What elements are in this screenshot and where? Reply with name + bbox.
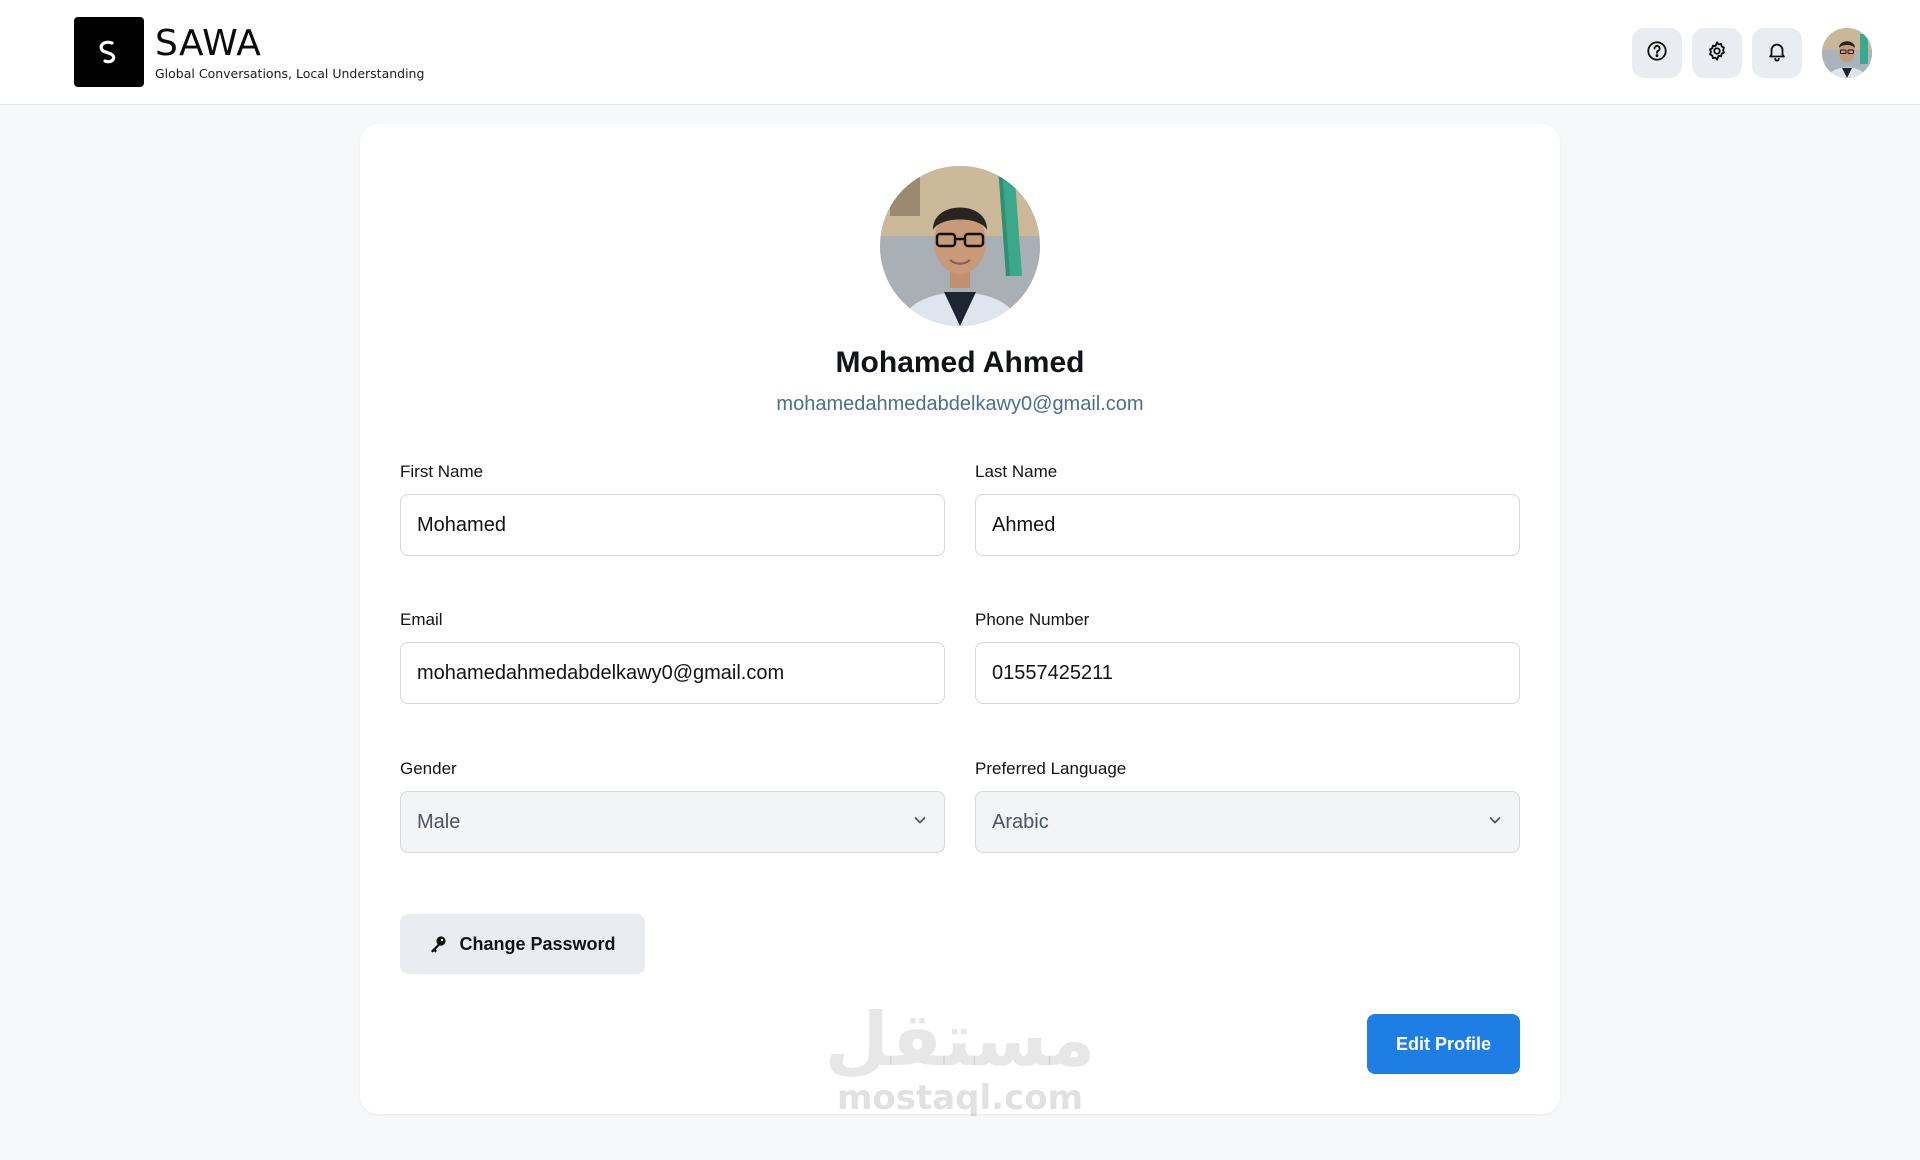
profile-avatar <box>880 166 1040 326</box>
settings-button[interactable] <box>1692 28 1742 78</box>
language-value: Arabic <box>992 810 1049 833</box>
profile-email: mohamedahmedabdelkawy0@gmail.com <box>776 393 1144 415</box>
sawa-logo-icon <box>74 17 144 87</box>
email-input[interactable]: mohamedahmedabdelkawy0@gmail.com <box>400 642 945 704</box>
phone-value: 01557425211 <box>992 661 1113 684</box>
phone-label: Phone Number <box>975 610 1090 629</box>
language-select[interactable]: Arabic <box>975 791 1520 853</box>
language-field: Preferred Language Arabic <box>975 759 1520 853</box>
gear-icon <box>1706 40 1728 67</box>
language-label: Preferred Language <box>975 759 1127 778</box>
gender-label: Gender <box>400 759 457 778</box>
first-name-field: First Name Mohamed <box>400 462 945 556</box>
last-name-field: Last Name Ahmed <box>975 462 1520 556</box>
first-name-input[interactable]: Mohamed <box>400 494 945 556</box>
gender-select[interactable]: Male <box>400 791 945 853</box>
user-avatar[interactable] <box>1822 28 1872 78</box>
header-actions <box>1632 28 1872 78</box>
brand[interactable]: SAWA Global Conversations, Local Underst… <box>74 17 424 87</box>
email-value: mohamedahmedabdelkawy0@gmail.com <box>417 661 785 684</box>
edit-profile-label: Edit Profile <box>1395 1033 1491 1054</box>
brand-name: SAWA <box>155 22 262 64</box>
profile-card: Mohamed Ahmed mohamedahmedabdelkawy0@gma… <box>360 124 1560 1114</box>
first-name-value: Mohamed <box>417 513 506 536</box>
help-icon <box>1646 40 1668 67</box>
key-icon <box>429 935 447 953</box>
last-name-value: Ahmed <box>992 513 1056 536</box>
change-password-button[interactable]: Change Password <box>400 914 645 974</box>
change-password-label: Change Password <box>459 933 616 954</box>
last-name-label: Last Name <box>975 462 1058 481</box>
phone-input[interactable]: 01557425211 <box>975 642 1520 704</box>
last-name-input[interactable]: Ahmed <box>975 494 1520 556</box>
first-name-label: First Name <box>400 462 484 481</box>
brand-tagline: Global Conversations, Local Understandin… <box>155 65 425 81</box>
email-label: Email <box>400 610 443 629</box>
chevron-down-icon <box>912 811 928 834</box>
email-field: Email mohamedahmedabdelkawy0@gmail.com <box>400 610 945 704</box>
profile-name: Mohamed Ahmed <box>835 346 1085 379</box>
phone-field: Phone Number 01557425211 <box>975 610 1520 704</box>
help-button[interactable] <box>1632 28 1682 78</box>
bell-icon <box>1766 40 1788 67</box>
chevron-down-icon <box>1487 811 1503 834</box>
notifications-button[interactable] <box>1752 28 1802 78</box>
gender-value: Male <box>417 810 461 833</box>
edit-profile-button[interactable]: Edit Profile <box>1367 1014 1520 1074</box>
gender-field: Gender Male <box>400 759 945 853</box>
app-header: SAWA Global Conversations, Local Underst… <box>0 0 1920 105</box>
